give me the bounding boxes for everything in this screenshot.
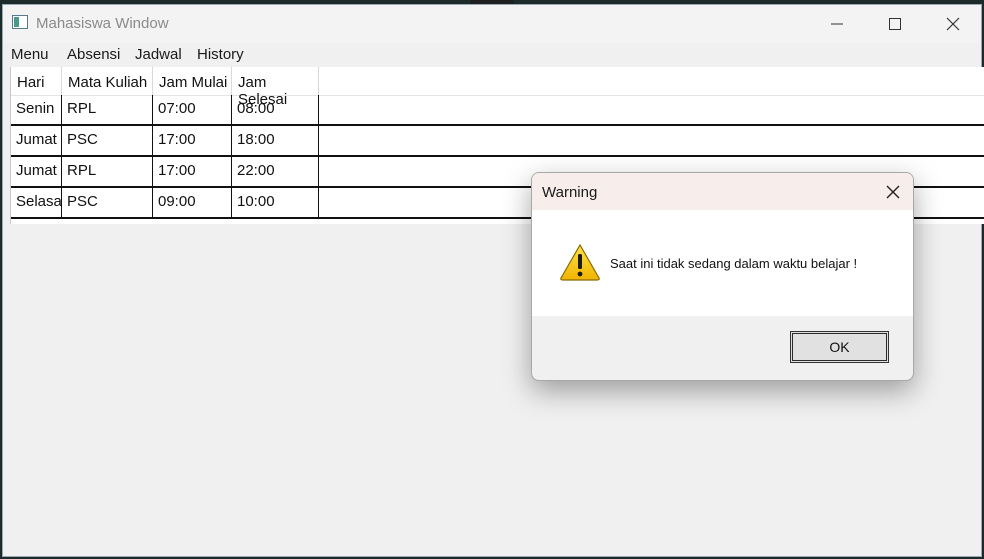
minimize-button[interactable] [808, 5, 866, 43]
dialog-title: Warning [542, 184, 598, 201]
app-window-icon [12, 15, 28, 29]
column-header-jam-selesai[interactable]: Jam Selesai [232, 67, 319, 108]
close-button[interactable] [924, 5, 982, 43]
warning-dialog: Warning Saat ini tidak sedang dalam wakt… [531, 172, 914, 381]
dialog-message: Saat ini tidak sedang dalam waktu belaja… [610, 256, 858, 271]
cell-jam-mulai[interactable]: 09:00 [153, 188, 232, 217]
ok-button[interactable]: OK [790, 331, 889, 363]
column-header-mata-kuliah[interactable]: Mata Kuliah [62, 67, 153, 95]
dialog-close-button[interactable] [877, 176, 909, 208]
menu-item-absensi[interactable]: Absensi [67, 46, 120, 63]
menu-item-jadwal[interactable]: Jadwal [135, 46, 182, 63]
menu-item-menu[interactable]: Menu [11, 46, 49, 63]
column-header-hari[interactable]: Hari [11, 67, 62, 95]
close-icon [886, 185, 900, 199]
menu-item-history[interactable]: History [197, 46, 244, 63]
cell-jam-selesai[interactable]: 18:00 [232, 126, 319, 155]
warning-icon [560, 243, 600, 281]
title-bar[interactable]: Mahasiswa Window [3, 5, 981, 43]
grid-header: Hari Mata Kuliah Jam Mulai Jam Selesai [11, 67, 984, 108]
cell-mata-kuliah[interactable]: PSC [62, 126, 153, 155]
window-title: Mahasiswa Window [36, 15, 169, 32]
cell-jam-selesai[interactable]: 10:00 [232, 188, 319, 217]
dialog-body: Saat ini tidak sedang dalam waktu belaja… [532, 210, 913, 316]
cell-hari[interactable]: Senin [11, 95, 62, 124]
minimize-icon [831, 23, 843, 25]
maximize-icon [889, 18, 901, 30]
close-icon [946, 17, 960, 31]
table-row[interactable]: Senin RPL 07:00 08:00 [11, 95, 984, 126]
cell-jam-selesai[interactable]: 08:00 [232, 95, 319, 124]
cell-hari[interactable]: Jumat [11, 157, 62, 186]
dialog-title-bar[interactable]: Warning [532, 173, 913, 210]
cell-hari[interactable]: Jumat [11, 126, 62, 155]
cell-mata-kuliah[interactable]: RPL [62, 95, 153, 124]
menu-bar: Menu Absensi Jadwal History [3, 43, 981, 65]
cell-jam-mulai[interactable]: 17:00 [153, 126, 232, 155]
cell-jam-mulai[interactable]: 17:00 [153, 157, 232, 186]
cell-jam-selesai[interactable]: 22:00 [232, 157, 319, 186]
cell-mata-kuliah[interactable]: PSC [62, 188, 153, 217]
cell-mata-kuliah[interactable]: RPL [62, 157, 153, 186]
cell-hari[interactable]: Selasa [11, 188, 62, 217]
table-row[interactable]: Jumat PSC 17:00 18:00 [11, 126, 984, 157]
cell-jam-mulai[interactable]: 07:00 [153, 95, 232, 124]
maximize-button[interactable] [866, 5, 924, 43]
column-header-jam-mulai[interactable]: Jam Mulai [153, 67, 232, 95]
